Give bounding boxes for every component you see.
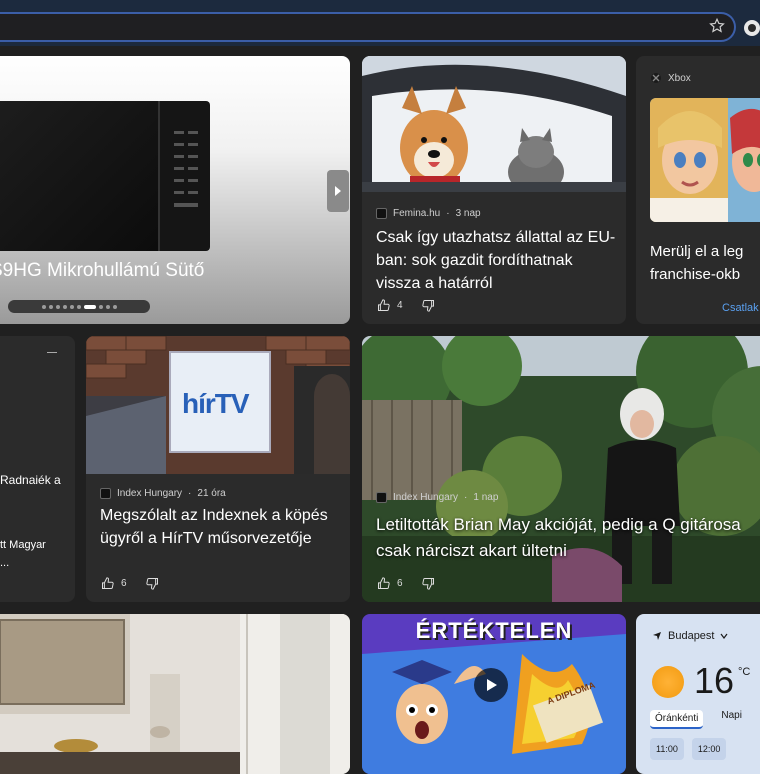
partial-summary: tt Magyar ... xyxy=(0,539,46,569)
thumbs-up-icon[interactable] xyxy=(100,576,115,591)
location-arrow-icon xyxy=(653,632,661,640)
forecast-tabs: Óránkénti Napi xyxy=(650,710,742,729)
article-age: 21 óra xyxy=(197,488,226,499)
index-logo-icon xyxy=(100,488,111,499)
like-count: 6 xyxy=(397,578,403,589)
hourly-forecast: 11:00 12:00 xyxy=(650,738,727,760)
microwave-image xyxy=(0,101,210,251)
play-button[interactable] xyxy=(474,668,508,702)
thumbs-down-icon[interactable] xyxy=(421,298,436,313)
reactions-bar: 6 xyxy=(100,576,160,591)
video-banner-text: ÉRTÉKTELEN xyxy=(415,618,573,643)
city-name: Budapest xyxy=(668,630,715,642)
news-card-femina[interactable]: Femina.hu · 3 nap Csak így utazhatsz áll… xyxy=(362,56,626,324)
index-logo-icon xyxy=(376,492,387,503)
like-count: 6 xyxy=(121,578,127,589)
source-name: Xbox xyxy=(668,72,691,84)
source-name: Femina.hu xyxy=(393,208,441,219)
carousel-dots[interactable] xyxy=(8,300,150,313)
reactions-bar: 6 xyxy=(376,576,436,591)
article-image xyxy=(362,56,626,192)
article-age: 1 nap xyxy=(473,492,499,503)
chevron-down-icon[interactable] xyxy=(720,632,728,640)
promo-card-xbox[interactable]: Xbox Merülj el a leg franchise-okb Csatl… xyxy=(636,56,760,324)
article-age: 3 nap xyxy=(455,208,481,219)
article-source: Index Hungary · 21 óra xyxy=(100,488,226,499)
thumbs-up-icon[interactable] xyxy=(376,298,391,313)
article-headline[interactable]: Csak így utazhatsz állattal az EU-ban: s… xyxy=(376,226,620,295)
news-card-partial[interactable]: Radnaiék a tt Magyar ... xyxy=(0,336,75,602)
news-card-hirtv[interactable]: hírTV Index Hungary · 21 óra Megszólalt … xyxy=(86,336,350,602)
partial-headline[interactable]: Radnaiék a xyxy=(0,470,61,490)
reactions-bar: 4 xyxy=(376,298,436,313)
xbox-logo-icon xyxy=(651,73,661,83)
hour-slot[interactable]: 12:00 xyxy=(691,738,727,760)
article-source: Femina.hu · 3 nap xyxy=(376,208,481,219)
promo-headline[interactable]: Merülj el a leg franchise-okb xyxy=(650,240,760,286)
article-image: hírTV xyxy=(86,336,350,474)
xbox-game-art xyxy=(650,98,760,222)
star-icon[interactable] xyxy=(708,17,726,35)
carousel-next-button[interactable] xyxy=(327,170,349,212)
video-thumbnail: ÉRTÉKTELEN A DIPLOMA xyxy=(362,614,626,774)
promo-source: Xbox xyxy=(650,72,691,84)
hour-slot[interactable]: 11:00 xyxy=(650,738,684,760)
thumbs-down-icon[interactable] xyxy=(421,576,436,591)
femina-logo-icon xyxy=(376,208,387,219)
address-bar[interactable] xyxy=(0,12,736,42)
browser-toolbar xyxy=(0,0,760,46)
extension-icon[interactable] xyxy=(744,20,760,36)
more-options-icon[interactable] xyxy=(47,352,57,353)
article-image xyxy=(0,614,350,774)
like-count: 4 xyxy=(397,300,403,311)
article-headline[interactable]: Megszólalt az Indexnek a köpés ügyről a … xyxy=(100,504,340,550)
tab-hourly[interactable]: Óránkénti xyxy=(650,710,704,729)
source-name: Index Hungary xyxy=(117,488,183,499)
chevron-right-icon xyxy=(335,186,341,196)
temperature: 16 xyxy=(694,660,735,701)
thumbs-down-icon[interactable] xyxy=(145,576,160,591)
join-link[interactable]: Csatlak xyxy=(722,302,759,314)
weather-location[interactable]: Budapest xyxy=(652,630,728,642)
carousel-card[interactable]: S9HG Mikrohullámú Sütő xyxy=(0,56,350,324)
temperature-unit: °C xyxy=(738,666,751,678)
source-name: Index Hungary xyxy=(393,492,459,503)
article-headline[interactable]: Letiltották Brian May akcióját, pedig a … xyxy=(376,512,760,564)
article-source: Index Hungary · 1 nap xyxy=(376,492,498,503)
sun-icon xyxy=(652,666,684,698)
tab-daily[interactable]: Napi xyxy=(721,710,742,729)
thumbs-up-icon[interactable] xyxy=(376,576,391,591)
news-card-brian-may[interactable]: Index Hungary · 1 nap Letiltották Brian … xyxy=(362,336,760,602)
video-card[interactable]: ÉRTÉKTELEN A DIPLOMA xyxy=(362,614,626,774)
weather-card[interactable]: Budapest 16 °C Óránkénti Napi 11:00 12:0… xyxy=(636,614,760,774)
hirtv-sign: hírTV xyxy=(182,388,250,419)
carousel-title[interactable]: S9HG Mikrohullámú Sütő xyxy=(0,260,204,282)
news-card-interior[interactable] xyxy=(0,614,350,774)
play-icon xyxy=(487,679,497,691)
